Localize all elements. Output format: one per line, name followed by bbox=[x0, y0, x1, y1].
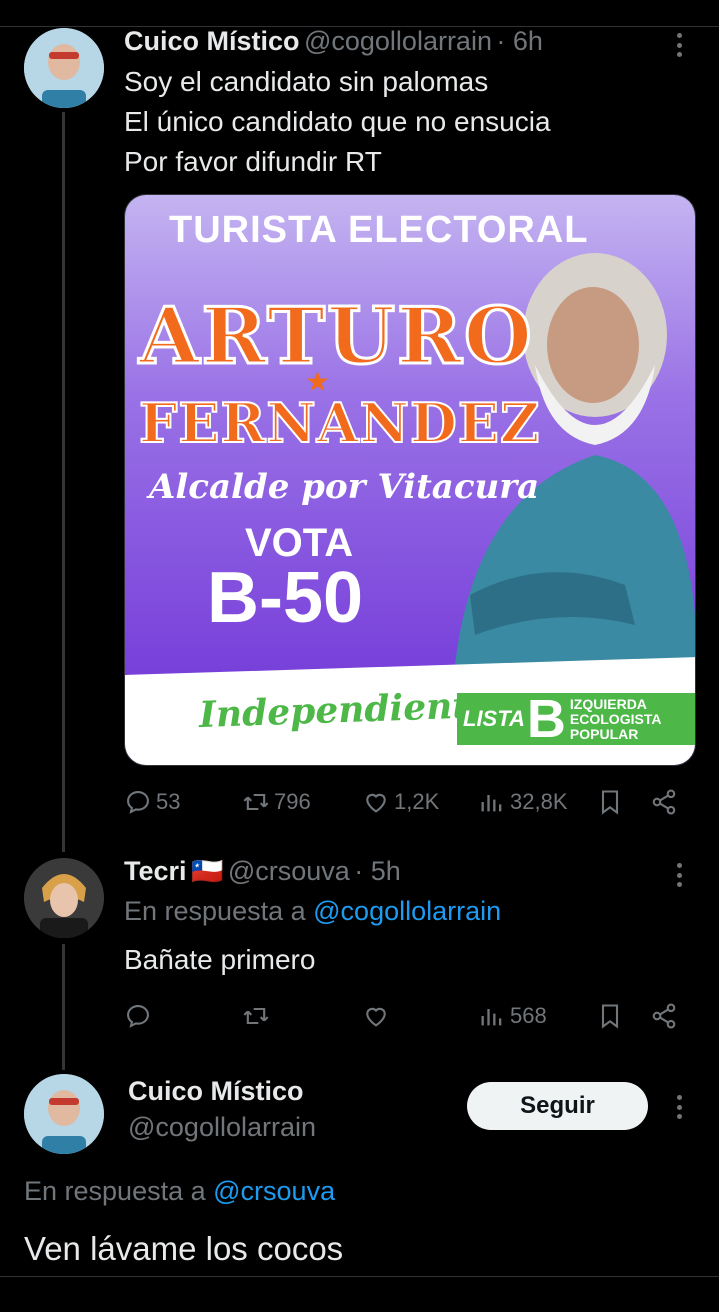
tweet-text-line: El único candidato que no ensucia bbox=[124, 106, 551, 137]
reply-context: En respuesta a @cogollolarrain bbox=[124, 896, 501, 927]
bookmark-button[interactable] bbox=[596, 782, 624, 822]
tweet-actions: 568 bbox=[124, 996, 684, 1036]
poster-party: IZQUIERDA ECOLOGISTA POPULAR bbox=[569, 695, 662, 742]
reply-icon bbox=[127, 1005, 149, 1028]
bookmark-button[interactable] bbox=[596, 996, 624, 1036]
tweet-text: Ven lávame los cocos bbox=[24, 1230, 344, 1267]
tweet-image[interactable]: TURISTA ELECTORAL ARTURO ★ FERNANDEZ Alc… bbox=[124, 194, 696, 766]
poster-last-name: FERNANDEZ bbox=[138, 390, 541, 456]
bookmark-icon bbox=[601, 1004, 619, 1029]
retweet-icon bbox=[243, 793, 269, 811]
heart-icon bbox=[366, 793, 386, 813]
tweet-header: Cuico Místico @cogollolarrain · 6h bbox=[124, 26, 543, 57]
follow-button[interactable]: Seguir bbox=[467, 1082, 648, 1130]
poster-number: B-50 bbox=[207, 558, 364, 638]
more-options-icon[interactable] bbox=[664, 1092, 694, 1122]
poster-party-line: POPULAR bbox=[569, 725, 639, 742]
more-options-icon[interactable] bbox=[664, 30, 694, 60]
author-handle[interactable]: @cogollolarrain bbox=[128, 1112, 316, 1143]
share-icon bbox=[652, 789, 676, 815]
poster-party-line: ECOLOGISTA bbox=[569, 710, 662, 727]
author-name[interactable]: Cuico Místico bbox=[128, 1076, 304, 1107]
poster-lista: LISTA bbox=[463, 706, 525, 731]
retweet-button[interactable] bbox=[242, 996, 270, 1036]
retweet-count: 796 bbox=[274, 789, 311, 814]
retweet-button[interactable]: 796 bbox=[242, 782, 311, 822]
views-count: 32,8K bbox=[510, 789, 568, 814]
tweet-text-line: Soy el candidato sin palomas bbox=[124, 66, 489, 97]
tweet-time[interactable]: · 5h bbox=[354, 856, 401, 886]
reply-to-link[interactable]: @cogollolarrain bbox=[313, 896, 501, 926]
thread-line bbox=[62, 944, 65, 1070]
tweet-text: Soy el candidato sin palomas El único ca… bbox=[124, 62, 551, 182]
like-button[interactable] bbox=[362, 996, 390, 1036]
thread-line bbox=[62, 112, 65, 852]
like-count: 1,2K bbox=[394, 789, 440, 814]
views-button[interactable]: 32,8K bbox=[478, 782, 568, 822]
reply-to-link[interactable]: @crsouva bbox=[213, 1176, 335, 1206]
reply-prefix: En respuesta a bbox=[124, 896, 306, 926]
poster-subtitle: Alcalde por Vitacura bbox=[149, 467, 540, 507]
reply-button[interactable] bbox=[124, 996, 152, 1036]
bottom-divider bbox=[0, 1276, 719, 1277]
poster-lista-badge: LISTA B IZQUIERDA ECOLOGISTA POPULAR bbox=[457, 689, 695, 749]
heart-icon bbox=[366, 1007, 386, 1027]
chile-flag-icon: 🇨🇱 bbox=[190, 856, 224, 886]
avatar[interactable] bbox=[24, 1074, 104, 1154]
poster-first-name: ARTURO bbox=[138, 290, 534, 384]
like-button[interactable]: 1,2K bbox=[362, 782, 439, 822]
views-icon bbox=[481, 1009, 502, 1026]
author-handle[interactable]: @crsouva bbox=[228, 856, 350, 886]
reply-prefix: En respuesta a bbox=[24, 1176, 206, 1206]
poster-header: TURISTA ELECTORAL bbox=[169, 209, 589, 251]
views-icon bbox=[481, 795, 502, 812]
tweet-header: Tecri 🇨🇱 @crsouva · 5h bbox=[124, 856, 401, 887]
author-name[interactable]: Tecri bbox=[124, 856, 187, 886]
author-handle[interactable]: @cogollolarrain bbox=[304, 26, 492, 56]
author-name[interactable]: Cuico Místico bbox=[124, 26, 300, 56]
avatar[interactable] bbox=[24, 858, 104, 938]
views-button[interactable]: 568 bbox=[478, 996, 547, 1036]
more-options-icon[interactable] bbox=[664, 860, 694, 890]
reply-icon bbox=[127, 791, 149, 814]
tweet-text-line: Por favor difundir RT bbox=[124, 146, 382, 177]
poster-lista-letter: B bbox=[526, 689, 566, 749]
retweet-icon bbox=[243, 1007, 269, 1025]
share-button[interactable] bbox=[650, 996, 678, 1036]
tweet-time[interactable]: · 6h bbox=[496, 26, 543, 56]
share-icon bbox=[652, 1003, 676, 1029]
avatar[interactable] bbox=[24, 28, 104, 108]
views-count: 568 bbox=[510, 1003, 547, 1028]
tweet-text: Bañate primero bbox=[124, 944, 316, 975]
tweet-actions: 53 796 1,2K 32,8K bbox=[124, 782, 684, 822]
reply-count: 53 bbox=[156, 789, 181, 814]
reply-context: En respuesta a @crsouva bbox=[24, 1176, 335, 1207]
reply-button[interactable]: 53 bbox=[124, 782, 180, 822]
poster-party-line: IZQUIERDA bbox=[569, 695, 647, 712]
bookmark-icon bbox=[601, 790, 619, 815]
share-button[interactable] bbox=[650, 782, 678, 822]
